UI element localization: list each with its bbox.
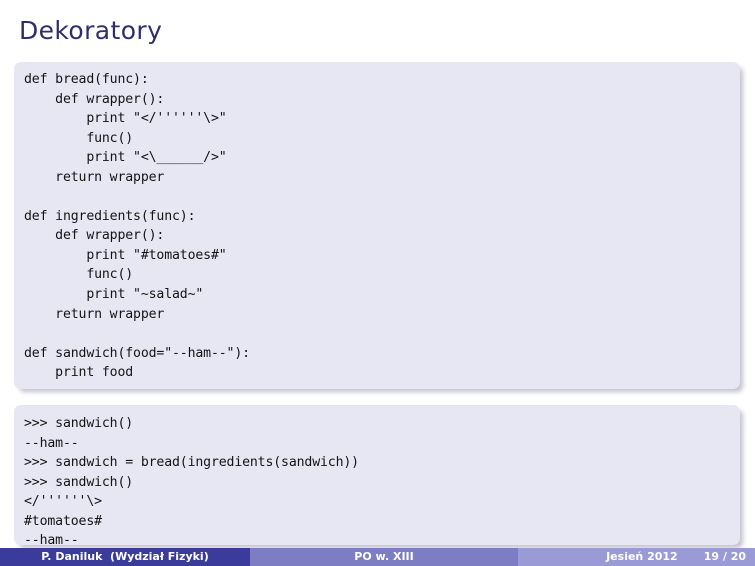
footer-presentation-title: PO w. XIII: [250, 548, 518, 566]
code-text-console-session: >>> sandwich() --ham-- >>> sandwich = br…: [24, 416, 359, 545]
footer-meta: Jesień 2012 19 / 20: [518, 548, 755, 566]
code-block-console-session: >>> sandwich() --ham-- >>> sandwich = br…: [14, 405, 740, 545]
presentation-slide: Dekoratory def bread(func): def wrapper(…: [0, 0, 755, 566]
code-text-definitions: def bread(func): def wrapper(): print "<…: [24, 72, 250, 381]
page-title: Dekoratory: [19, 16, 163, 45]
slide-footer: P. Daniluk (Wydział Fizyki) PO w. XIII J…: [0, 548, 755, 566]
footer-page-number: 19 / 20: [703, 550, 746, 563]
footer-author: P. Daniluk (Wydział Fizyki): [0, 548, 250, 566]
footer-date: Jesień 2012: [606, 550, 678, 563]
code-block-definitions: def bread(func): def wrapper(): print "<…: [14, 62, 740, 389]
